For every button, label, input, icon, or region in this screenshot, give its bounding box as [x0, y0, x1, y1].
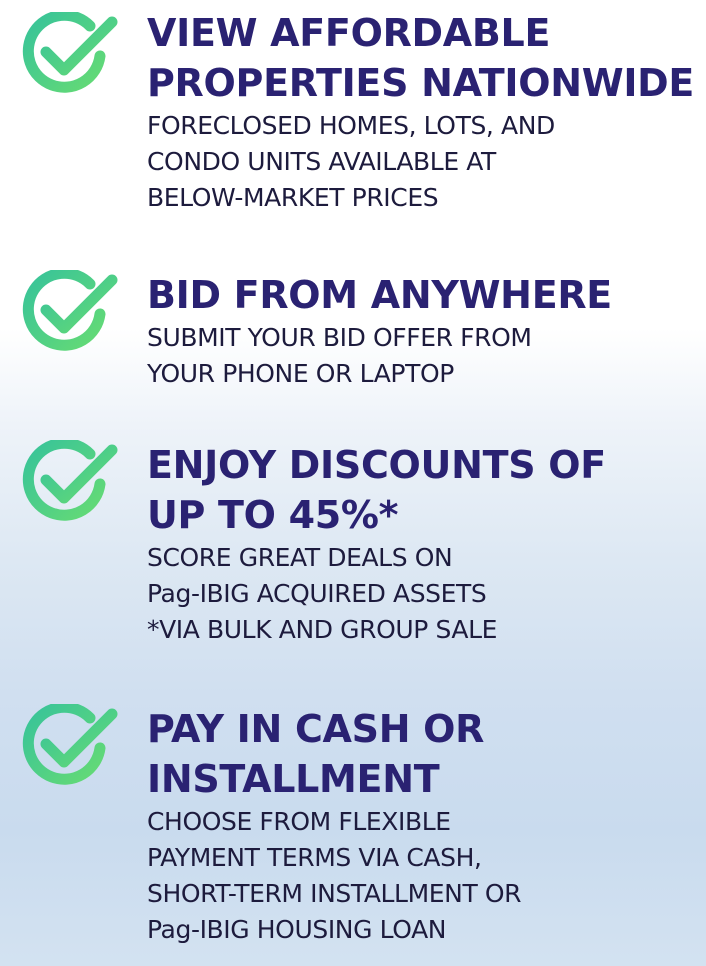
feature-description-line: SCORE GREAT DEALS ON — [147, 543, 453, 572]
feature-description: SUBMIT YOUR BID OFFER FROM YOUR PHONE OR… — [147, 320, 703, 392]
feature-title-line: INSTALLMENT — [147, 757, 440, 801]
feature-title-line: UP TO 45%* — [147, 493, 399, 537]
feature-description-line: CHOOSE FROM FLEXIBLE — [147, 807, 451, 836]
feature-title: PAY IN CASH OR INSTALLMENT — [147, 704, 703, 804]
feature-description: CHOOSE FROM FLEXIBLE PAYMENT TERMS VIA C… — [147, 804, 703, 948]
check-circle-icon — [22, 704, 118, 785]
feature-title: ENJOY DISCOUNTS OF UP TO 45%* — [147, 440, 703, 540]
check-circle-icon — [22, 440, 118, 521]
feature-description-line: Pag-IBIG HOUSING LOAN — [147, 915, 447, 944]
feature-description-line: FORECLOSED HOMES, LOTS, AND — [147, 111, 555, 140]
feature-title-line: BID FROM ANYWHERE — [147, 273, 612, 317]
feature-description-line: PAYMENT TERMS VIA CASH, — [147, 843, 482, 872]
feature-description: FORECLOSED HOMES, LOTS, AND CONDO UNITS … — [147, 108, 703, 216]
check-circle-icon — [22, 270, 118, 351]
feature-description-line: *VIA BULK AND GROUP SALE — [147, 615, 498, 644]
feature-title-line: VIEW AFFORDABLE — [147, 11, 551, 55]
feature-title-line: ENJOY DISCOUNTS OF — [147, 443, 606, 487]
feature-title: BID FROM ANYWHERE — [147, 270, 703, 320]
feature-description-line: SUBMIT YOUR BID OFFER FROM — [147, 323, 532, 352]
feature-description-line: Pag-IBIG ACQUIRED ASSETS — [147, 579, 487, 608]
feature-description-line: SHORT-TERM INSTALLMENT OR — [147, 879, 522, 908]
check-circle-icon — [22, 12, 118, 93]
feature-title-line: PAY IN CASH OR — [147, 707, 485, 751]
feature-title-line: PROPERTIES NATIONWIDE — [147, 61, 695, 105]
feature-description-line: YOUR PHONE OR LAPTOP — [147, 359, 454, 388]
feature-description: SCORE GREAT DEALS ON Pag-IBIG ACQUIRED A… — [147, 540, 703, 648]
feature-description-line: CONDO UNITS AVAILABLE AT — [147, 147, 496, 176]
feature-title: VIEW AFFORDABLE PROPERTIES NATIONWIDE — [147, 8, 703, 108]
feature-description-line: BELOW-MARKET PRICES — [147, 183, 439, 212]
